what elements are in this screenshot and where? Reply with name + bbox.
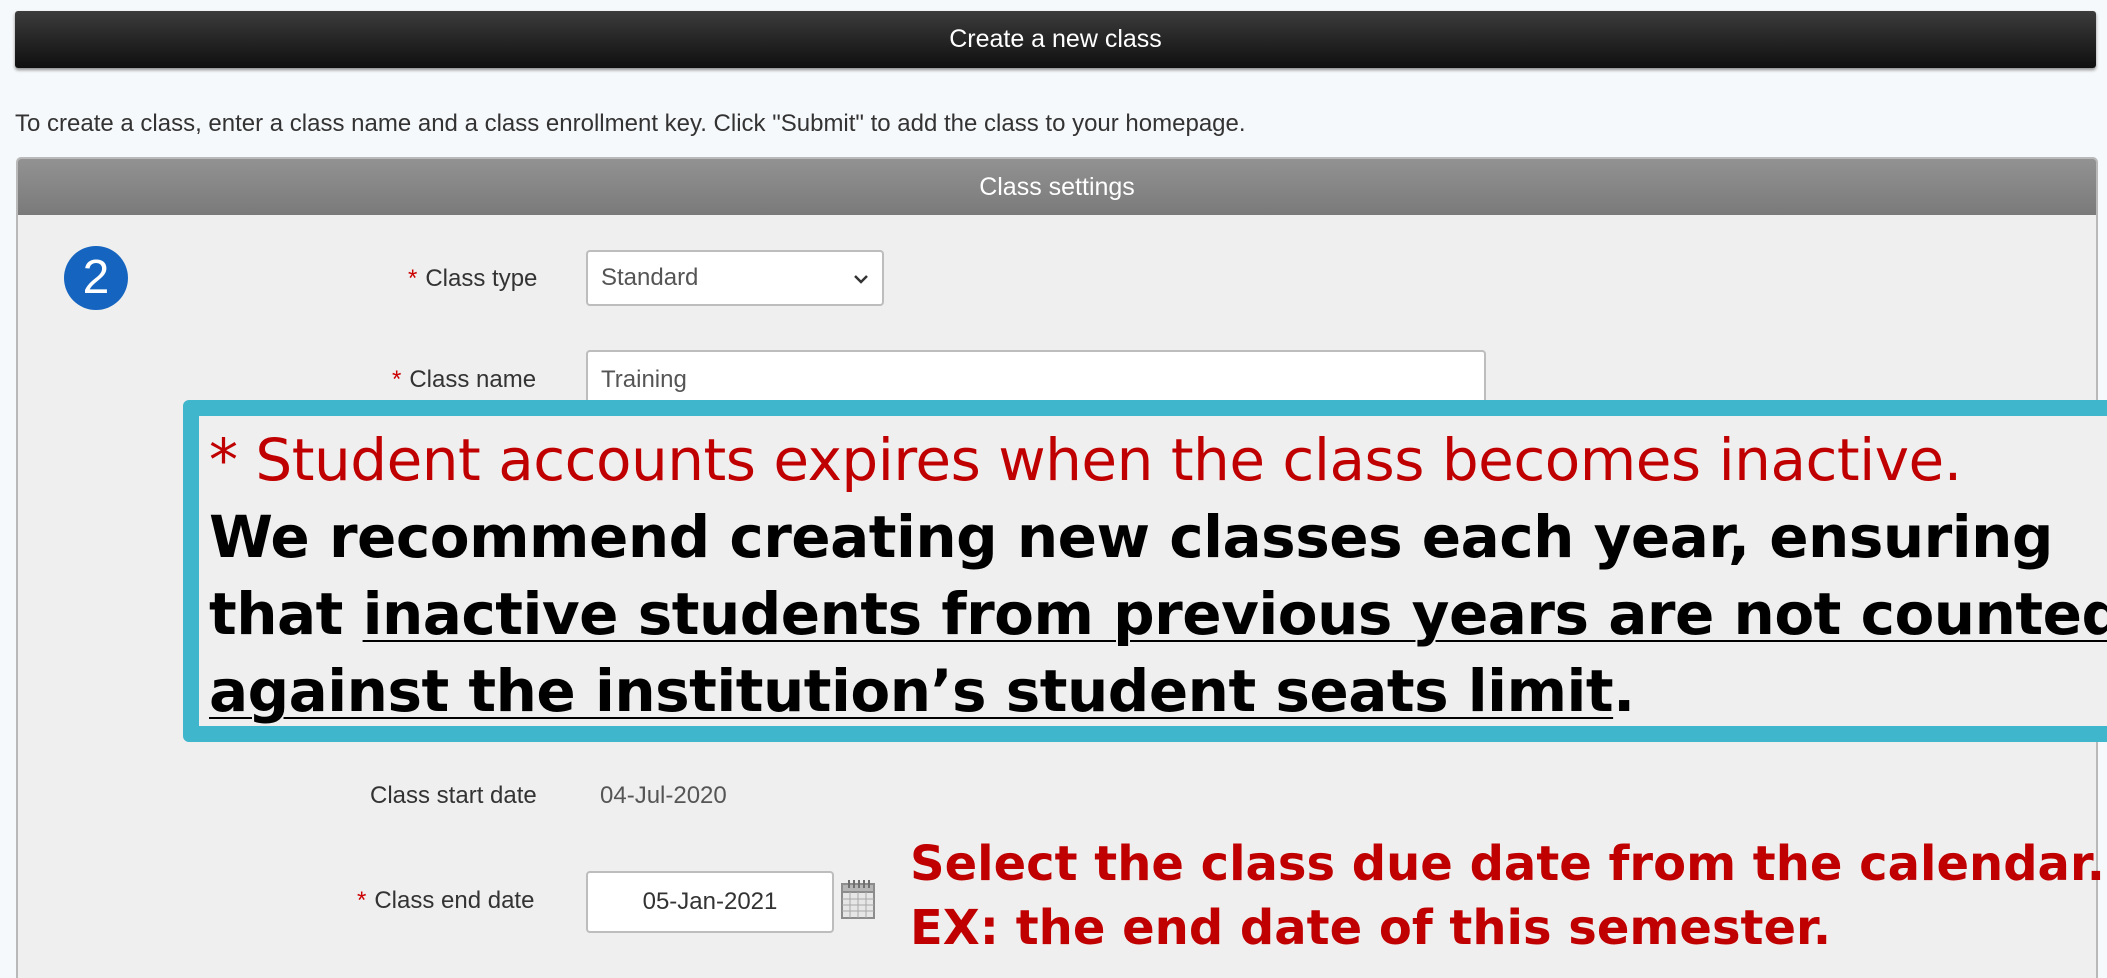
hint-line-1: Select the class due date from the calen… [910, 836, 2106, 892]
instructions-text: To create a class, enter a class name an… [15, 110, 1246, 137]
required-marker: * [357, 887, 367, 914]
class-end-date-input[interactable]: 05-Jan-2021 [586, 871, 834, 933]
class-type-select[interactable]: Standard [586, 250, 884, 306]
note-line-4: against the institution’s student seats … [209, 657, 1635, 725]
required-marker: * [392, 366, 402, 393]
class-end-date-value: 05-Jan-2021 [642, 888, 778, 915]
end-date-hint: Select the class due date from the calen… [910, 832, 2105, 960]
note-underlined-text-1: inactive students from previous years ar… [362, 580, 2107, 648]
note-line-3: that inactive students from previous yea… [209, 576, 2107, 653]
class-type-label: * Class type [408, 265, 538, 292]
page: Create a new class To create a class, en… [0, 0, 2107, 978]
panel-title: Class settings [979, 172, 1135, 201]
chevron-down-icon [854, 275, 868, 284]
class-type-value: Standard [601, 264, 699, 291]
note-line-1: * Student accounts expires when the clas… [209, 426, 1962, 494]
hint-line-2: EX: the end date of this semester. [910, 900, 1832, 956]
class-start-date-value: 04-Jul-2020 [600, 782, 727, 809]
class-start-date-label: Class start date [370, 782, 537, 809]
class-name-label: * Class name [392, 366, 537, 393]
step-number-badge: 2 [64, 246, 128, 310]
page-header: Create a new class [15, 11, 2096, 68]
class-end-date-label: * Class end date [357, 887, 535, 914]
calendar-icon[interactable] [840, 878, 876, 920]
note-line-2: We recommend creating new classes each y… [209, 503, 2053, 571]
required-marker: * [408, 265, 418, 292]
student-accounts-note: * Student accounts expires when the clas… [183, 400, 2107, 742]
page-title: Create a new class [949, 25, 1162, 53]
class-name-value: Training [601, 366, 687, 393]
panel-header: Class settings [18, 159, 2096, 215]
note-underlined-text-2: against the institution’s student seats … [209, 657, 1614, 725]
